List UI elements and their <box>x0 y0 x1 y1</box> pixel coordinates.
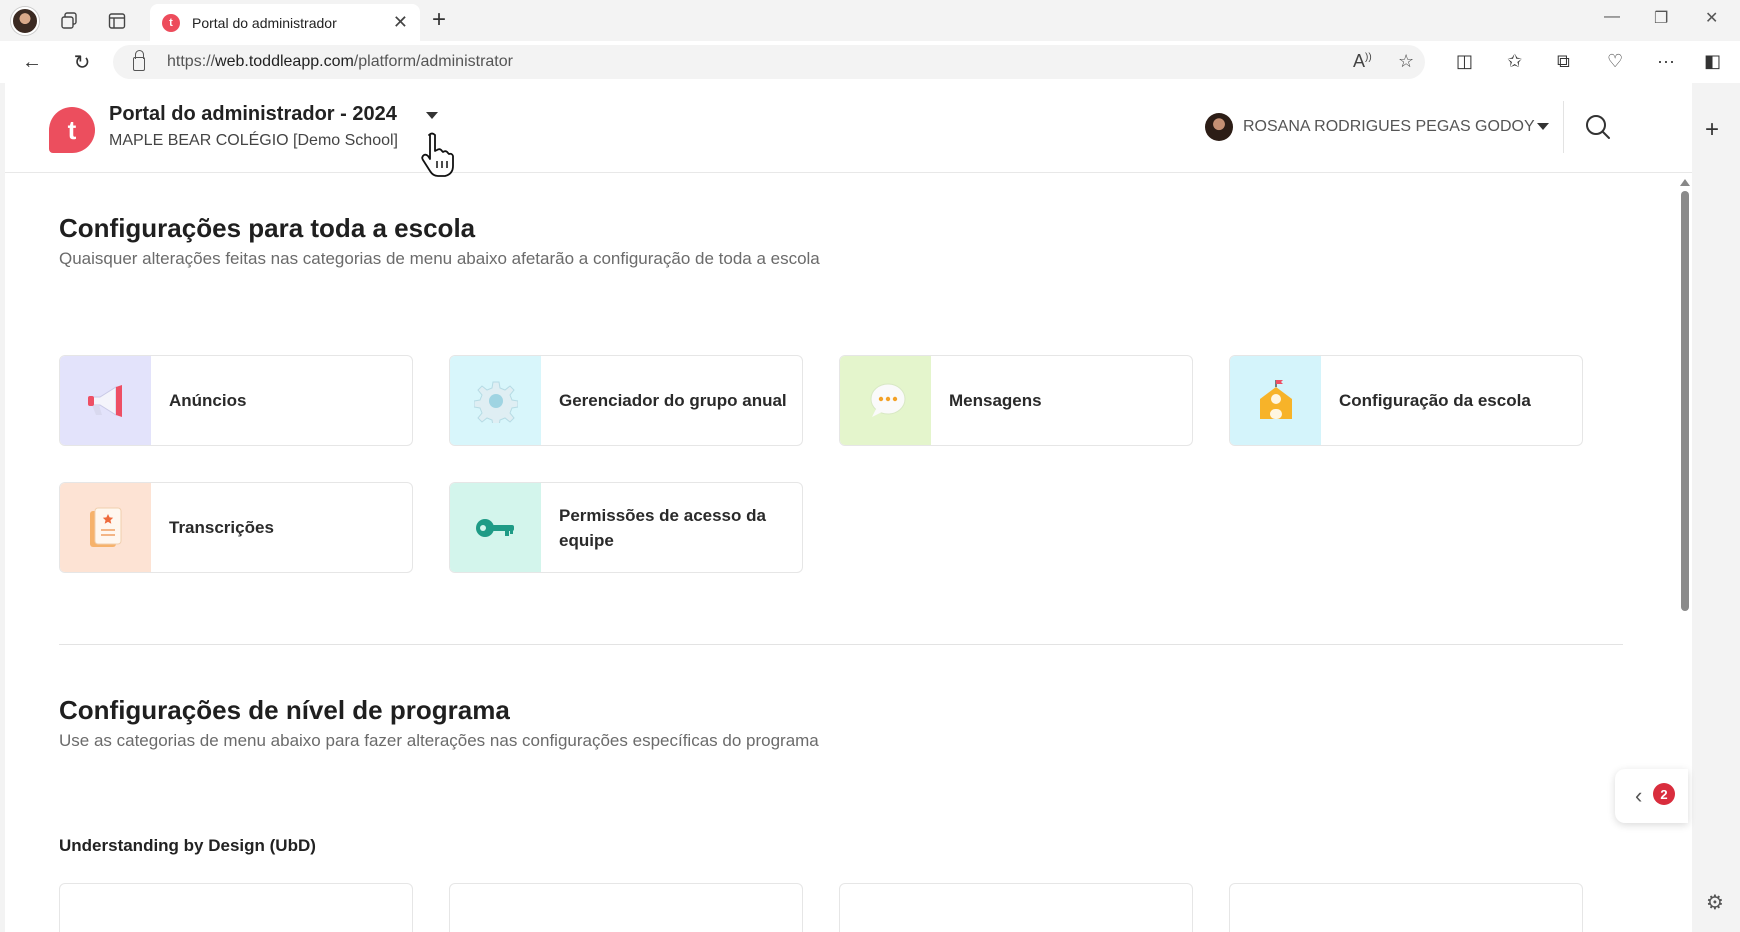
user-name[interactable]: ROSANA RODRIGUES PEGAS GODOY <box>1243 118 1535 136</box>
toddle-favicon-icon: t <box>162 13 180 32</box>
card-transcripts[interactable]: Transcrições <box>59 482 413 573</box>
header-divider <box>1563 101 1564 153</box>
edge-sidebar <box>1692 83 1740 932</box>
card-label: Mensagens <box>949 391 1042 410</box>
lock-icon[interactable] <box>133 50 145 71</box>
browser-toolbar: ← ↻ https://web.toddleapp.com/platform/a… <box>0 41 1740 83</box>
program-settings-subtitle: Use as categorias de menu abaixo para fa… <box>59 731 819 750</box>
card-staff-access-permissions[interactable]: Permissões de acesso da equipe <box>449 482 803 573</box>
toddle-logo[interactable]: t <box>49 107 95 153</box>
address-bar[interactable]: https://web.toddleapp.com/platform/admin… <box>113 45 1425 79</box>
favorite-star-icon[interactable]: ☆ <box>1398 51 1414 72</box>
chevron-left-icon: ‹ <box>1635 783 1643 808</box>
school-settings-subtitle: Quaisquer alterações feitas nas categori… <box>59 249 820 268</box>
program-label: Understanding by Design (UbD) <box>59 836 316 855</box>
active-tab[interactable]: t Portal do administrador ✕ <box>150 4 420 41</box>
gear-icon <box>450 356 541 445</box>
program-card[interactable] <box>59 883 413 932</box>
restore-icon[interactable]: ❐ <box>1654 8 1668 28</box>
card-label: Anúncios <box>169 391 247 410</box>
back-icon[interactable]: ← <box>18 49 46 75</box>
collections-icon[interactable]: ⧉ <box>1557 51 1570 72</box>
search-icon[interactable] <box>1585 114 1611 140</box>
user-avatar[interactable] <box>1205 113 1233 141</box>
card-label: Configuração da escola <box>1339 391 1531 410</box>
browser-tab-bar: t Portal do administrador ✕ + — ❐ ✕ <box>0 0 1740 41</box>
close-window-icon[interactable]: ✕ <box>1705 8 1718 28</box>
card-year-group-manager[interactable]: Gerenciador do grupo anual <box>449 355 803 446</box>
minimize-icon[interactable]: — <box>1604 8 1620 26</box>
scroll-thumb[interactable] <box>1681 191 1689 611</box>
workspaces-icon[interactable] <box>56 8 82 34</box>
program-card-icon <box>840 884 931 932</box>
more-options-icon[interactable]: ··· <box>1657 51 1675 72</box>
read-aloud-icon[interactable]: A)) <box>1353 51 1372 72</box>
favorites-icon[interactable]: ✩ <box>1507 51 1522 72</box>
app-header: t Portal do administrador - 2024 MAPLE B… <box>5 83 1692 177</box>
tab-title: Portal do administrador <box>192 14 337 31</box>
key-icon <box>450 483 541 572</box>
notifications-drawer-button[interactable]: ‹ 2 <box>1615 769 1688 823</box>
card-school-setup[interactable]: Configuração da escola <box>1229 355 1583 446</box>
megaphone-icon <box>60 356 151 445</box>
chat-bubble-icon <box>840 356 931 445</box>
portal-dropdown-icon[interactable] <box>426 112 438 119</box>
card-messages[interactable]: Mensagens <box>839 355 1193 446</box>
new-tab-button[interactable]: + <box>432 6 446 34</box>
url-text: https://web.toddleapp.com/platform/admin… <box>167 53 513 70</box>
scroll-up-arrow-icon[interactable] <box>1680 179 1690 186</box>
close-tab-icon[interactable]: ✕ <box>393 12 408 33</box>
program-settings-title: Configurações de nível de programa <box>59 695 510 725</box>
school-name: MAPLE BEAR COLÉGIO [Demo School] <box>109 132 398 149</box>
program-card[interactable] <box>449 883 803 932</box>
program-card-icon <box>1230 884 1321 932</box>
browser-profile-avatar[interactable] <box>11 7 39 35</box>
sidebar-settings-icon[interactable]: ⚙ <box>1706 890 1724 915</box>
program-card-icon <box>60 884 151 932</box>
web-page: t Portal do administrador - 2024 MAPLE B… <box>5 83 1692 932</box>
sidebar-toggle-icon[interactable]: ◧ <box>1704 51 1721 72</box>
card-label: Permissões de acesso da equipe <box>559 505 766 550</box>
program-card[interactable] <box>839 883 1193 932</box>
portal-title[interactable]: Portal do administrador - 2024 <box>109 103 397 126</box>
notification-badge: 2 <box>1653 783 1675 805</box>
program-card-icon <box>450 884 541 932</box>
vertical-tabs-icon[interactable] <box>104 8 130 34</box>
split-screen-icon[interactable]: ◫ <box>1456 51 1473 72</box>
section-divider <box>59 644 1623 645</box>
browser-essentials-icon[interactable]: ♡ <box>1607 51 1623 72</box>
card-label: Transcrições <box>169 518 274 537</box>
refresh-icon[interactable]: ↻ <box>68 49 96 75</box>
card-announcements[interactable]: Anúncios <box>59 355 413 446</box>
school-settings-title: Configurações para toda a escola <box>59 213 476 243</box>
transcript-document-icon <box>60 483 151 572</box>
school-building-icon <box>1230 356 1321 445</box>
program-card[interactable] <box>1229 883 1583 932</box>
card-label: Gerenciador do grupo anual <box>559 391 787 410</box>
user-menu-dropdown-icon[interactable] <box>1537 123 1549 130</box>
add-sidebar-app-icon[interactable]: + <box>1705 116 1719 144</box>
hand-cursor-icon <box>421 132 454 177</box>
